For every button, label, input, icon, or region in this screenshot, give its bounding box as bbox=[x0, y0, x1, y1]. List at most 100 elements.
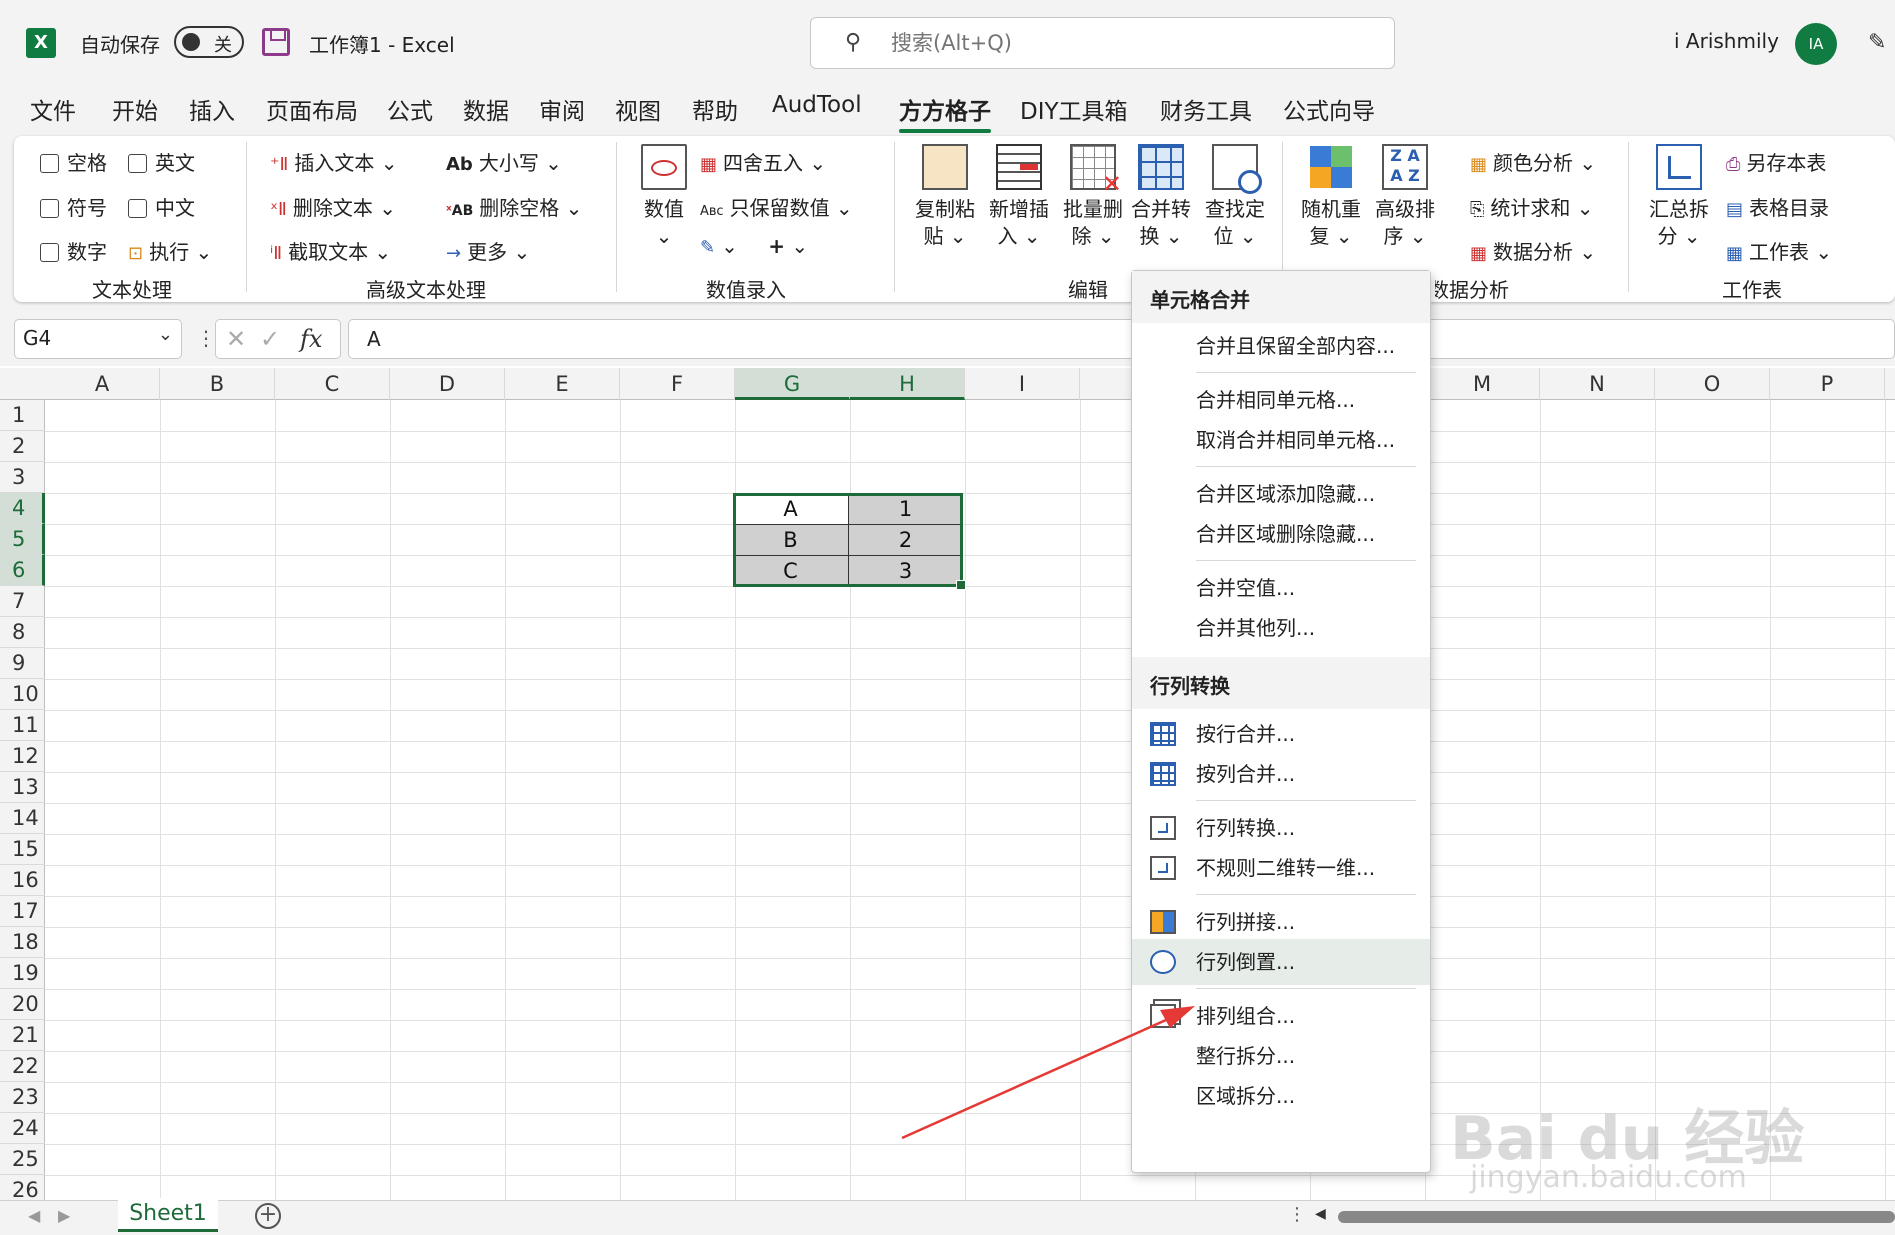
more-vert-icon[interactable]: ⋮ bbox=[1288, 1204, 1306, 1225]
row-header-14[interactable]: 14 bbox=[0, 803, 45, 834]
tab-audtool[interactable]: AudTool bbox=[772, 92, 862, 118]
row-header-25[interactable]: 25 bbox=[0, 1144, 45, 1175]
summary-split-button[interactable]: 汇总拆 分 ⌄ bbox=[1644, 144, 1714, 250]
tab-review[interactable]: 审阅 bbox=[539, 92, 585, 126]
column-header-C[interactable]: C bbox=[275, 368, 390, 400]
name-box[interactable]: G4 ⌄ bbox=[14, 319, 182, 359]
chk-symbol[interactable]: 符号 bbox=[40, 192, 107, 221]
tab-page-layout[interactable]: 页面布局 bbox=[266, 92, 358, 126]
row-header-20[interactable]: 20 bbox=[0, 989, 45, 1020]
tab-finance-tools[interactable]: 财务工具 bbox=[1160, 92, 1252, 126]
column-header-A[interactable]: A bbox=[45, 368, 160, 400]
horizontal-scrollbar[interactable] bbox=[1338, 1211, 1895, 1223]
autosave-toggle[interactable]: 关 bbox=[174, 26, 244, 58]
row-header-23[interactable]: 23 bbox=[0, 1082, 45, 1113]
column-header-D[interactable]: D bbox=[390, 368, 505, 400]
row-header-7[interactable]: 7 bbox=[0, 586, 45, 617]
formula-input[interactable]: A bbox=[348, 319, 1895, 359]
case-button[interactable]: Ab 大小写 ⌄ bbox=[446, 147, 562, 176]
row-header-10[interactable]: 10 bbox=[0, 679, 45, 710]
chk-space[interactable]: 空格 bbox=[40, 147, 107, 176]
scroll-left-icon[interactable]: ◀ bbox=[1315, 1206, 1326, 1222]
add-sheet-icon[interactable]: + bbox=[255, 1203, 281, 1229]
insert-new-button[interactable]: 新增插 入 ⌄ bbox=[984, 144, 1054, 250]
execute-button[interactable]: ⊡ 执行 ⌄ bbox=[128, 236, 212, 265]
tab-insert[interactable]: 插入 bbox=[189, 92, 235, 126]
menu-item-split-range[interactable]: 区域拆分... bbox=[1132, 1073, 1430, 1119]
column-header-M[interactable]: M bbox=[1425, 368, 1540, 400]
search-box[interactable]: ⚲ bbox=[810, 17, 1395, 69]
menu-item-row-col-reverse[interactable]: 行列倒置... bbox=[1132, 939, 1430, 985]
row-header-6[interactable]: 6 bbox=[0, 555, 45, 586]
column-header-I[interactable]: I bbox=[965, 368, 1080, 400]
row-header-15[interactable]: 15 bbox=[0, 834, 45, 865]
more-button[interactable]: → 更多 ⌄ bbox=[446, 236, 530, 265]
random-repeat-button[interactable]: 随机重 复 ⌄ bbox=[1296, 144, 1366, 250]
insert-text-button[interactable]: ⁺Ⅱ 插入文本 ⌄ bbox=[270, 147, 398, 176]
column-header-P[interactable]: P bbox=[1770, 368, 1885, 400]
copy-paste-button[interactable]: 复制粘 贴 ⌄ bbox=[910, 144, 980, 250]
menu-item-merge-other-cols[interactable]: 合并其他列... bbox=[1132, 605, 1430, 651]
row-header-1[interactable]: 1 bbox=[0, 400, 45, 431]
delete-text-button[interactable]: ˣⅡ 删除文本 ⌄ bbox=[270, 192, 396, 221]
row-header-9[interactable]: 9 bbox=[0, 648, 45, 679]
chk-english[interactable]: 英文 bbox=[128, 147, 195, 176]
tab-fangfang[interactable]: 方方格子 bbox=[899, 92, 991, 133]
sheet-tab[interactable]: Sheet1 bbox=[118, 1198, 218, 1232]
stat-sum-button[interactable]: ⎘ 统计求和 ⌄ bbox=[1470, 192, 1594, 221]
tab-view[interactable]: 视图 bbox=[615, 92, 661, 126]
row-header-2[interactable]: 2 bbox=[0, 431, 45, 462]
extract-text-button[interactable]: ⁱⅡ 截取文本 ⌄ bbox=[270, 236, 391, 265]
batch-delete-button[interactable]: 批量删 除 ⌄ bbox=[1058, 144, 1128, 250]
row-header-12[interactable]: 12 bbox=[0, 741, 45, 772]
menu-item-merge-remove-hidden[interactable]: 合并区域删除隐藏... bbox=[1132, 511, 1430, 557]
menu-item-merge-by-col[interactable]: 按列合并... bbox=[1132, 751, 1430, 797]
quick-entry-button[interactable]: ✎ ⌄ + ⌄ bbox=[700, 234, 808, 258]
pen-icon[interactable]: ✎ bbox=[1868, 30, 1886, 55]
fx-icon[interactable]: fx bbox=[300, 325, 322, 353]
row-header-16[interactable]: 16 bbox=[0, 865, 45, 896]
menu-item-unmerge-same[interactable]: 取消合并相同单元格... bbox=[1132, 417, 1430, 463]
chk-number[interactable]: 数字 bbox=[40, 236, 107, 265]
column-header-B[interactable]: B bbox=[160, 368, 275, 400]
row-header-21[interactable]: 21 bbox=[0, 1020, 45, 1051]
color-analysis-button[interactable]: ▦ 颜色分析 ⌄ bbox=[1470, 147, 1596, 176]
find-locate-button[interactable]: 查找定 位 ⌄ bbox=[1200, 144, 1270, 250]
row-header-5[interactable]: 5 bbox=[0, 524, 45, 555]
avatar[interactable]: IA bbox=[1795, 23, 1837, 65]
row-header-4[interactable]: 4 bbox=[0, 493, 45, 524]
tab-formula-wizard[interactable]: 公式向导 bbox=[1283, 92, 1375, 126]
row-header-18[interactable]: 18 bbox=[0, 927, 45, 958]
tab-home[interactable]: 开始 bbox=[112, 92, 158, 126]
column-header-E[interactable]: E bbox=[505, 368, 620, 400]
search-input[interactable] bbox=[891, 28, 1371, 58]
row-header-13[interactable]: 13 bbox=[0, 772, 45, 803]
row-header-22[interactable]: 22 bbox=[0, 1051, 45, 1082]
tab-help[interactable]: 帮助 bbox=[692, 92, 738, 126]
row-header-3[interactable]: 3 bbox=[0, 462, 45, 493]
row-header-19[interactable]: 19 bbox=[0, 958, 45, 989]
menu-item-irregular-2d-to-1d[interactable]: 不规则二维转一维... bbox=[1132, 845, 1430, 891]
column-header-G[interactable]: G bbox=[735, 368, 850, 400]
column-header-O[interactable]: O bbox=[1655, 368, 1770, 400]
save-sheet-as-button[interactable]: ⎙ 另存本表 bbox=[1726, 147, 1826, 176]
tab-diy-toolbox[interactable]: DIY工具箱 bbox=[1020, 92, 1128, 126]
cancel-icon[interactable]: ✕ bbox=[226, 325, 246, 353]
column-header-F[interactable]: F bbox=[620, 368, 735, 400]
selection-box[interactable] bbox=[733, 493, 966, 590]
keep-values-button[interactable]: Aʙᴄ 只保留数值 ⌄ bbox=[700, 192, 853, 221]
merge-convert-button[interactable]: 合并转 换 ⌄ bbox=[1126, 144, 1196, 250]
column-header-N[interactable]: N bbox=[1540, 368, 1655, 400]
sheet-index-button[interactable]: ▤ 表格目录 bbox=[1726, 192, 1829, 221]
confirm-icon[interactable]: ✓ bbox=[260, 325, 280, 353]
more-vert-icon[interactable]: ⋮ bbox=[196, 326, 216, 350]
advanced-sort-button[interactable]: Z AA Z 高级排 序 ⌄ bbox=[1370, 144, 1440, 250]
menu-item-merge-keep-all[interactable]: 合并且保留全部内容... bbox=[1132, 323, 1430, 369]
chk-chinese[interactable]: 中文 bbox=[128, 192, 195, 221]
row-header-17[interactable]: 17 bbox=[0, 896, 45, 927]
chevron-down-icon[interactable]: ⌄ bbox=[158, 324, 173, 345]
remove-spaces-button[interactable]: ˣAB 删除空格 ⌄ bbox=[446, 192, 582, 221]
tab-data[interactable]: 数据 bbox=[463, 92, 509, 126]
save-icon[interactable] bbox=[262, 28, 290, 56]
worksheet-button[interactable]: ▦ 工作表 ⌄ bbox=[1726, 236, 1832, 265]
